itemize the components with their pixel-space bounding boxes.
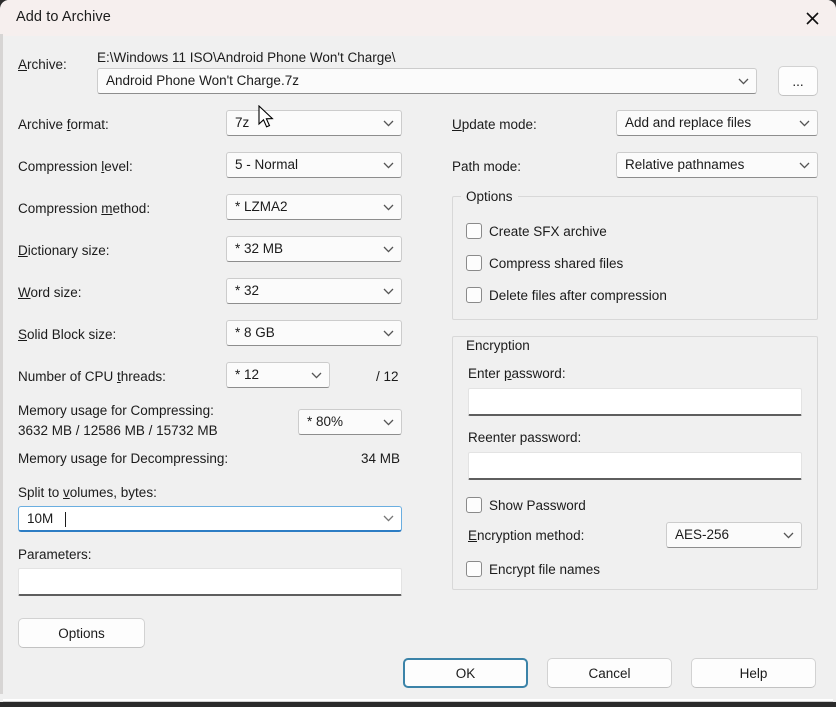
chevron-down-icon [382,410,394,434]
reenter-password-input[interactable] [468,452,802,480]
close-button[interactable] [789,0,836,36]
encryption-method-value: AES-256 [675,523,729,547]
checkbox-label: Delete files after compression [489,288,667,303]
checkbox-icon [466,561,482,577]
browse-button[interactable]: ... [778,66,818,96]
checkbox-delete-files-after-compression[interactable]: Delete files after compression [466,287,667,303]
enter-password-label: Enter password: [468,366,566,381]
archive-format-label: Archive format: [18,117,109,132]
memory-usage-value: * 80% [307,410,343,434]
archive-path-text: E:\Windows 11 ISO\Android Phone Won't Ch… [97,50,395,65]
path-mode-value: Relative pathnames [625,153,744,177]
chevron-down-icon [382,111,394,135]
memory-usage-combo[interactable]: * 80% [298,409,402,435]
chevron-down-icon [782,523,794,547]
chevron-down-icon [798,153,810,177]
window-left-edge [0,34,3,694]
title-bar: Add to Archive [0,0,836,36]
solid-block-size-combo[interactable]: * 8 GB [226,320,402,346]
memory-decompressing-value: 34 MB [361,451,400,466]
options-groupbox-title: Options [461,189,518,204]
chevron-down-icon [737,69,749,93]
browse-button-label: ... [792,74,803,89]
archive-label: Archive: [18,57,67,72]
split-volumes-value: 10M [27,507,53,531]
mouse-cursor-icon [258,105,276,136]
compression-level-value: 5 - Normal [235,153,298,177]
split-volumes-label: Split to volumes, bytes: [18,485,157,500]
chevron-down-icon [382,195,394,219]
archive-format-value: 7z [235,111,249,135]
memory-decompressing-label: Memory usage for Decompressing: [18,451,228,466]
options-button-label: Options [58,626,105,641]
word-size-combo[interactable]: * 32 [226,278,402,304]
checkbox-create-sfx-archive[interactable]: Create SFX archive [466,223,607,239]
checkbox-label: Show Password [489,498,586,513]
checkbox-encrypt-file-names[interactable]: Encrypt file names [466,561,600,577]
cpu-threads-value: * 12 [235,363,259,387]
checkbox-icon [466,223,482,239]
cancel-button[interactable]: Cancel [547,658,672,688]
checkbox-label: Create SFX archive [489,224,607,239]
archive-format-combo[interactable]: 7z [226,110,402,136]
checkbox-icon [466,255,482,271]
cancel-button-label: Cancel [588,666,630,681]
compression-method-value: * LZMA2 [235,195,288,219]
dictionary-size-combo[interactable]: * 32 MB [226,236,402,262]
cpu-threads-total: / 12 [376,369,399,384]
update-mode-label: Update mode: [452,117,537,132]
chevron-down-icon [382,507,394,530]
encryption-groupbox-title: Encryption [461,338,535,353]
checkbox-icon [466,287,482,303]
split-volumes-combo[interactable]: 10M [18,506,402,532]
solid-block-size-value: * 8 GB [235,321,275,345]
options-button[interactable]: Options [18,618,145,648]
cpu-threads-label: Number of CPU threads: [18,369,166,384]
reenter-password-label: Reenter password: [468,430,581,445]
chevron-down-icon [382,237,394,261]
path-mode-combo[interactable]: Relative pathnames [616,152,818,178]
add-to-archive-dialog: Add to Archive Archive: E:\Windows 11 IS… [0,0,836,707]
checkbox-label: Compress shared files [489,256,623,271]
chevron-down-icon [382,279,394,303]
checkbox-compress-shared-files[interactable]: Compress shared files [466,255,623,271]
update-mode-value: Add and replace files [625,111,751,135]
text-caret [65,512,66,527]
update-mode-combo[interactable]: Add and replace files [616,110,818,136]
solid-block-size-label: Solid Block size: [18,327,116,342]
path-mode-label: Path mode: [452,159,521,174]
compression-level-label: Compression level: [18,159,133,174]
window-bottom-edge [0,702,836,707]
chevron-down-icon [382,153,394,177]
ok-button-label: OK [456,666,476,681]
chevron-down-icon [310,363,322,387]
compression-level-combo[interactable]: 5 - Normal [226,152,402,178]
chevron-down-icon [382,321,394,345]
word-size-value: * 32 [235,279,259,303]
dictionary-size-label: Dictionary size: [18,243,110,258]
dictionary-size-value: * 32 MB [235,237,283,261]
parameters-input[interactable] [18,568,402,596]
cpu-threads-combo[interactable]: * 12 [226,362,330,388]
checkbox-label: Encrypt file names [489,562,600,577]
compression-method-combo[interactable]: * LZMA2 [226,194,402,220]
compression-method-label: Compression method: [18,201,150,216]
checkbox-icon [466,497,482,513]
help-button[interactable]: Help [691,658,816,688]
parameters-label: Parameters: [18,547,92,562]
ok-button[interactable]: OK [403,658,528,688]
close-icon [806,12,819,25]
word-size-label: Word size: [18,285,82,300]
enter-password-input[interactable] [468,388,802,416]
help-button-label: Help [740,666,768,681]
chevron-down-icon [798,111,810,135]
encryption-method-label: Encryption method: [468,528,584,543]
checkbox-show-password[interactable]: Show Password [466,497,586,513]
memory-compressing-detail: 3632 MB / 12586 MB / 15732 MB [18,423,218,438]
window-title: Add to Archive [16,9,111,25]
archive-name-value: Android Phone Won't Charge.7z [106,69,299,93]
memory-compressing-label: Memory usage for Compressing: [18,403,214,418]
archive-name-combo[interactable]: Android Phone Won't Charge.7z [97,68,757,94]
encryption-method-combo[interactable]: AES-256 [666,522,802,548]
